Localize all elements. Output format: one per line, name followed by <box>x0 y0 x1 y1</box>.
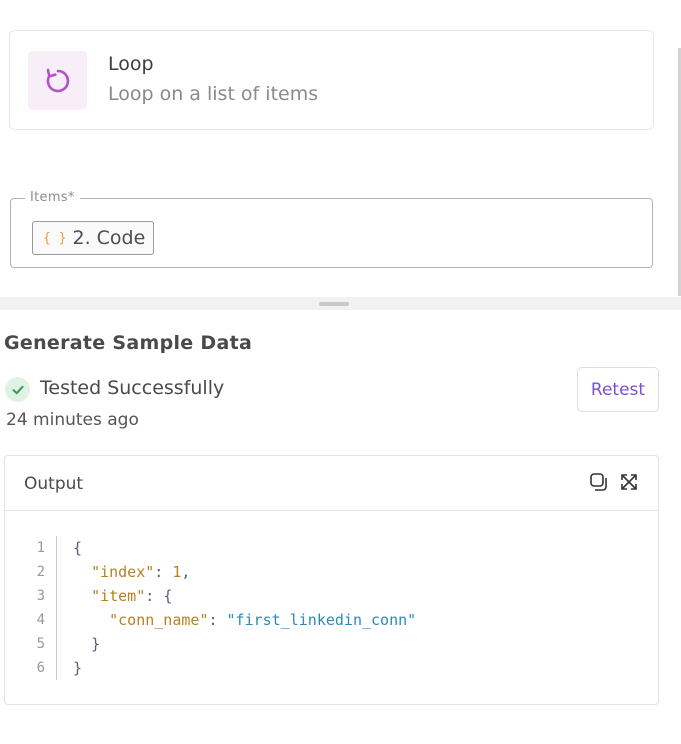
step-subtitle: Loop on a list of items <box>108 83 319 105</box>
step-card[interactable]: Loop Loop on a list of items <box>9 30 654 130</box>
output-panel: Output 1 { 2 "index": 1, 3 "item": {4 "… <box>4 455 659 705</box>
expand-icon[interactable] <box>619 472 639 492</box>
step-title: Loop <box>108 53 154 75</box>
output-header: Output <box>5 456 658 511</box>
output-title: Output <box>24 474 84 494</box>
copy-icon[interactable] <box>589 472 609 492</box>
line-number: 1 <box>36 540 45 556</box>
code-line: 3 "item": { <box>5 584 658 608</box>
test-time: 24 minutes ago <box>6 410 139 430</box>
code-token: } <box>91 635 101 653</box>
code-braces-icon: { } <box>43 230 67 246</box>
json-key: "index" <box>91 563 155 581</box>
section-title: Generate Sample Data <box>4 332 253 354</box>
code-token: { <box>163 587 173 605</box>
json-key: "item" <box>91 587 146 605</box>
line-number: 6 <box>36 660 45 676</box>
chip-label: 2. Code <box>72 227 146 249</box>
code-line: 5 } <box>5 632 658 656</box>
code-line: 1 { <box>5 536 658 560</box>
code-token: } <box>73 659 83 677</box>
code-token: : <box>154 563 173 581</box>
code-step-chip[interactable]: { } 2. Code <box>32 221 154 255</box>
code-line: 2 "index": 1, <box>5 560 658 584</box>
code-line: 4 "conn_name": "first_linkedin_conn" <box>5 608 658 632</box>
resize-handle[interactable] <box>319 302 349 306</box>
line-number: 5 <box>36 636 45 652</box>
code-line: 6 } <box>5 656 658 680</box>
line-number: 2 <box>36 564 45 580</box>
json-key: "conn_name" <box>109 611 209 629</box>
check-icon <box>5 377 30 402</box>
retest-button[interactable]: Retest <box>577 367 659 412</box>
json-string: "first_linkedin_conn" <box>226 611 417 629</box>
items-label: Items* <box>25 190 80 205</box>
line-number: 4 <box>36 612 45 628</box>
test-status: Tested Successfully <box>40 377 225 399</box>
code-token: : <box>145 587 164 605</box>
loop-icon <box>28 51 87 110</box>
code-token: , <box>181 563 191 581</box>
line-number: 3 <box>36 588 45 604</box>
code-token: { <box>73 539 83 557</box>
code-block: 1 { 2 "index": 1, 3 "item": { 4 "conn_na… <box>5 536 658 680</box>
items-field[interactable]: Items* { } 2. Code <box>10 190 653 268</box>
code-token: : <box>208 611 227 629</box>
